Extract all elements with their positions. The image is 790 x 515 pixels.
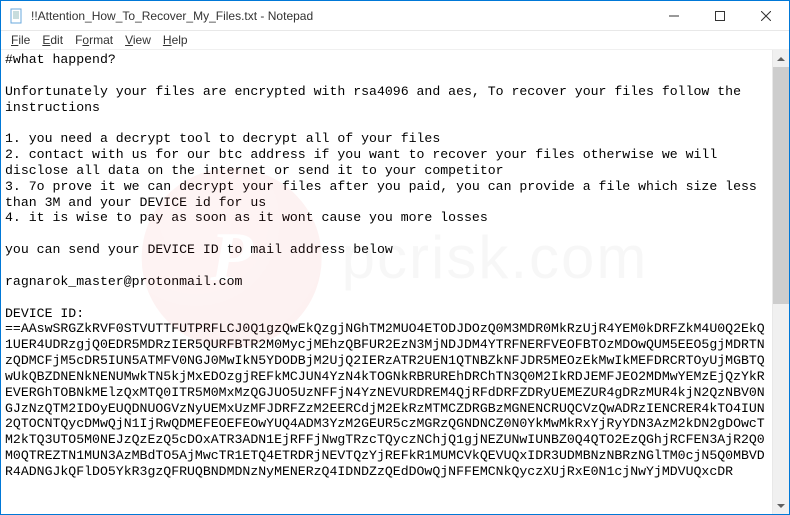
text-content[interactable]: #what happend? Unfortunately your files …	[1, 50, 772, 514]
vertical-scrollbar[interactable]	[772, 50, 789, 514]
menu-format[interactable]: Format	[69, 32, 119, 48]
maximize-button[interactable]	[697, 1, 743, 31]
menu-edit[interactable]: Edit	[36, 32, 69, 48]
menu-file[interactable]: File	[5, 32, 36, 48]
notepad-icon	[9, 8, 25, 24]
window-controls	[651, 1, 789, 30]
menu-help[interactable]: Help	[157, 32, 194, 48]
scroll-track[interactable]	[773, 67, 789, 497]
titlebar: !!Attention_How_To_Recover_My_Files.txt …	[1, 1, 789, 31]
close-button[interactable]	[743, 1, 789, 31]
menu-view[interactable]: View	[119, 32, 157, 48]
scroll-down-button[interactable]	[773, 497, 789, 514]
scroll-thumb[interactable]	[773, 67, 789, 304]
minimize-button[interactable]	[651, 1, 697, 31]
content-area: #what happend? Unfortunately your files …	[1, 50, 789, 514]
window-title: !!Attention_How_To_Recover_My_Files.txt …	[31, 9, 651, 23]
menubar: File Edit Format View Help	[1, 31, 789, 50]
scroll-up-button[interactable]	[773, 50, 789, 67]
